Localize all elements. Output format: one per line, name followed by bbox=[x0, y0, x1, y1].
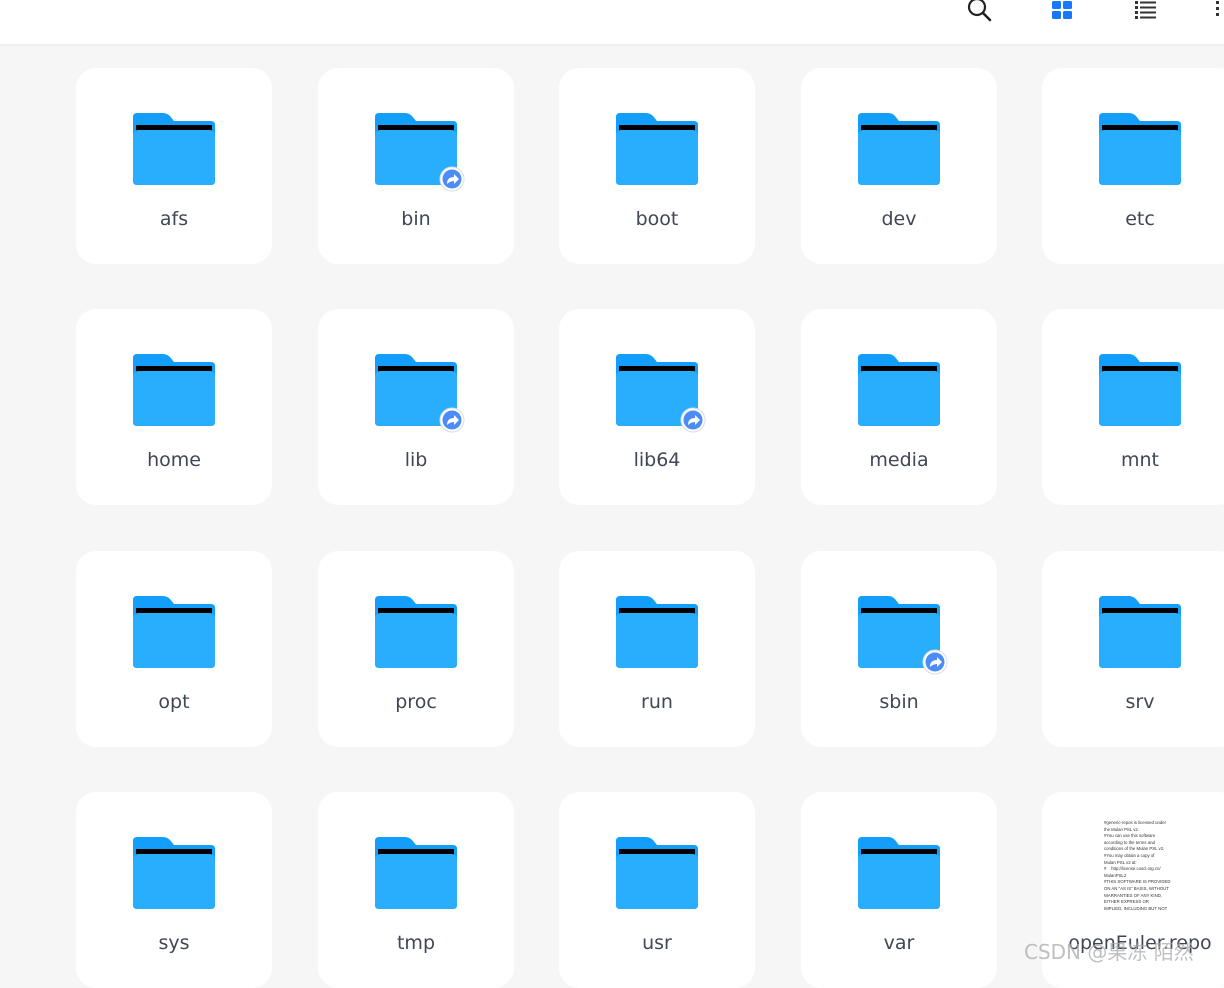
folder-card[interactable]: sys bbox=[76, 792, 272, 988]
folder-card[interactable]: dev bbox=[801, 68, 997, 264]
file-grid: afs bin boot dev etc home lib lib64 media mnt opt p… bbox=[0, 0, 1224, 988]
item-label: openEuler.repo bbox=[1068, 932, 1212, 954]
folder-icon bbox=[858, 354, 940, 426]
folder-card[interactable]: mnt bbox=[1042, 309, 1224, 505]
folder-icon bbox=[1099, 596, 1181, 668]
grid-view-icon bbox=[1052, 1, 1072, 19]
folder-icon bbox=[616, 596, 698, 668]
file-card[interactable]: #generic-repos is licensed under the Mul… bbox=[1042, 792, 1224, 988]
item-label: sys bbox=[158, 932, 190, 954]
folder-card[interactable]: home bbox=[76, 309, 272, 505]
list-view-icon bbox=[1135, 1, 1156, 19]
item-label: lib bbox=[404, 449, 428, 471]
search-button[interactable] bbox=[964, 0, 994, 22]
item-label: bin bbox=[401, 208, 431, 230]
symlink-badge-icon bbox=[922, 649, 948, 675]
folder-icon bbox=[858, 837, 940, 909]
folder-icon bbox=[1099, 354, 1181, 426]
item-label: proc bbox=[395, 691, 437, 713]
symlink-badge-icon bbox=[439, 166, 465, 192]
folder-icon bbox=[133, 113, 215, 185]
item-label: media bbox=[869, 449, 929, 471]
item-label: dev bbox=[881, 208, 917, 230]
folder-card[interactable]: run bbox=[559, 551, 755, 747]
folder-card[interactable]: media bbox=[801, 309, 997, 505]
folder-card[interactable]: bin bbox=[318, 68, 514, 264]
top-toolbar bbox=[0, 0, 1224, 44]
folder-card[interactable]: sbin bbox=[801, 551, 997, 747]
item-label: boot bbox=[635, 208, 679, 230]
item-label: tmp bbox=[396, 932, 436, 954]
item-label: mnt bbox=[1121, 449, 1159, 471]
folder-card[interactable]: etc bbox=[1042, 68, 1224, 264]
item-label: run bbox=[641, 691, 673, 713]
folder-icon bbox=[375, 837, 457, 909]
folder-card[interactable]: proc bbox=[318, 551, 514, 747]
folder-card[interactable]: srv bbox=[1042, 551, 1224, 747]
folder-icon bbox=[616, 837, 698, 909]
symlink-badge-icon bbox=[680, 407, 706, 433]
item-label: lib64 bbox=[633, 449, 681, 471]
item-label: home bbox=[147, 449, 201, 471]
folder-card[interactable]: tmp bbox=[318, 792, 514, 988]
folder-icon bbox=[616, 113, 698, 185]
folder-card[interactable]: boot bbox=[559, 68, 755, 264]
item-label: usr bbox=[642, 932, 672, 954]
item-label: srv bbox=[1125, 691, 1155, 713]
folder-card[interactable]: lib bbox=[318, 309, 514, 505]
folder-icon bbox=[133, 354, 215, 426]
folder-icon bbox=[133, 596, 215, 668]
folder-icon bbox=[375, 596, 457, 668]
folder-card[interactable]: var bbox=[801, 792, 997, 988]
list-view-button[interactable] bbox=[1131, 0, 1161, 22]
file-preview-thumbnail: #generic-repos is licensed under the Mul… bbox=[1104, 820, 1171, 911]
folder-card[interactable]: opt bbox=[76, 551, 272, 747]
folder-card[interactable]: afs bbox=[76, 68, 272, 264]
item-label: sbin bbox=[879, 691, 919, 713]
more-icon bbox=[1216, 1, 1219, 16]
item-label: etc bbox=[1125, 208, 1155, 230]
symlink-badge-icon bbox=[439, 407, 465, 433]
folder-icon bbox=[1099, 113, 1181, 185]
search-icon bbox=[967, 0, 992, 22]
more-options-button[interactable] bbox=[1210, 0, 1224, 22]
folder-card[interactable]: usr bbox=[559, 792, 755, 988]
item-label: afs bbox=[159, 208, 189, 230]
grid-view-button[interactable] bbox=[1047, 0, 1077, 22]
folder-icon bbox=[858, 113, 940, 185]
item-label: opt bbox=[158, 691, 190, 713]
folder-icon bbox=[133, 837, 215, 909]
item-label: var bbox=[883, 932, 915, 954]
folder-card[interactable]: lib64 bbox=[559, 309, 755, 505]
